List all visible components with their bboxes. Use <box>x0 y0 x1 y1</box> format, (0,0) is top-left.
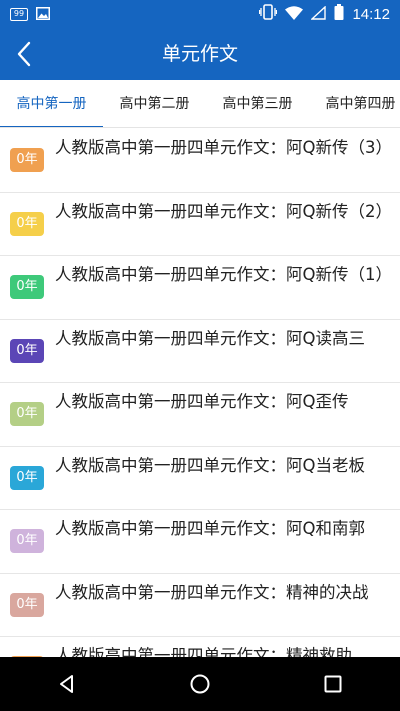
year-badge: 0年 <box>10 402 44 426</box>
list-item-title: 人教版高中第一册四单元作文：精神救助 <box>55 646 352 657</box>
list-item-title: 人教版高中第一册四单元作文：阿Q新传（3） <box>55 138 390 157</box>
year-badge: 0年 <box>10 338 44 363</box>
image-icon <box>36 5 50 24</box>
volume-tabs: 高中第一册 高中第二册 高中第三册 高中第四册 <box>0 80 400 128</box>
year-badge: 0年 <box>10 211 44 236</box>
list-item[interactable]: 0年 人教版高中第一册四单元作文：精神的决战 <box>0 574 400 637</box>
list-item-title: 人教版高中第一册四单元作文：精神的决战 <box>55 582 369 602</box>
app-bar: 单元作文 <box>0 28 400 80</box>
list-item-title: 人教版高中第一册四单元作文：阿Q当老板 <box>55 455 365 475</box>
year-badge: 0年 <box>10 465 44 490</box>
recents-square-icon <box>324 675 342 693</box>
list-item[interactable]: 0年 人教版高中第一册四单元作文：阿Q新传（2） <box>0 193 400 256</box>
home-circle-icon <box>190 674 210 694</box>
list-item[interactable]: 0年 人教版高中第一册四单元作文：阿Q读高三 <box>0 320 400 383</box>
signal-icon <box>310 4 327 24</box>
tab-volume-4[interactable]: 高中第四册 <box>309 80 400 127</box>
battery-icon <box>334 4 344 24</box>
list-item[interactable]: 0年 人教版高中第一册四单元作文：阿Q和南郭 <box>0 510 400 574</box>
nav-recents-button[interactable] <box>303 657 363 711</box>
year-badge: 0年 <box>10 592 44 617</box>
back-arrow-icon <box>17 41 31 67</box>
list-item-title: 人教版高中第一册四单元作文：阿Q新传（1） <box>55 265 390 284</box>
tab-volume-3[interactable]: 高中第三册 <box>206 80 309 127</box>
nav-home-button[interactable] <box>170 657 230 711</box>
back-triangle-icon <box>59 675 73 693</box>
system-nav-bar <box>0 657 400 711</box>
status-bar: 99 14:12 <box>0 0 400 28</box>
tab-volume-2[interactable]: 高中第二册 <box>103 80 206 127</box>
list-item[interactable]: 0年人教版高中第一册四单元作文：精神救助 <box>0 637 400 657</box>
list-item-title: 人教版高中第一册四单元作文：阿Q新传（2） <box>55 201 390 221</box>
nav-back-button[interactable] <box>37 657 97 711</box>
list-item[interactable]: 0年 人教版高中第一册四单元作文：阿Q新传（3） <box>0 129 400 193</box>
list-item-title: 人教版高中第一册四单元作文：阿Q读高三 <box>55 328 365 348</box>
essay-list: 0年 人教版高中第一册四单元作文：阿Q新传（3） 0年 人教版高中第一册四单元作文：阿… <box>0 129 400 657</box>
vibrate-icon <box>259 4 278 24</box>
list-item-title: 人教版高中第一册四单元作文：阿Q歪传 <box>55 392 349 411</box>
tab-volume-1[interactable]: 高中第一册 <box>0 80 103 127</box>
year-badge: 0年 <box>10 529 44 553</box>
list-item[interactable]: 0年 人教版高中第一册四单元作文：阿Q歪传 <box>0 383 400 447</box>
list-item[interactable]: 0年 人教版高中第一册四单元作文：阿Q当老板 <box>0 447 400 510</box>
status-time: 14:12 <box>352 5 390 23</box>
back-button[interactable] <box>6 36 42 72</box>
list-item[interactable]: 0年 人教版高中第一册四单元作文：阿Q新传（1） <box>0 256 400 320</box>
page-title: 单元作文 <box>161 43 238 65</box>
wifi-icon <box>285 5 304 24</box>
year-badge: 0年 <box>10 148 44 172</box>
notification-99-icon: 99 <box>10 7 28 21</box>
year-badge: 0年 <box>10 275 44 299</box>
list-item-title: 人教版高中第一册四单元作文：阿Q和南郭 <box>55 519 365 538</box>
